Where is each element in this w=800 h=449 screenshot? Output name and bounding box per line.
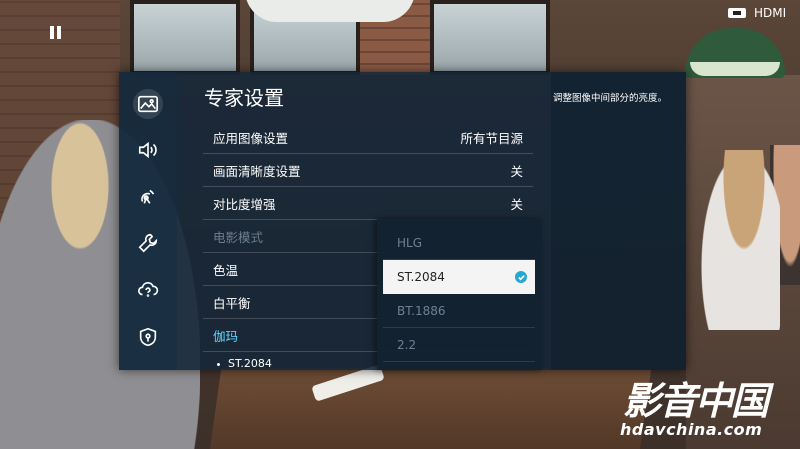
option-label: BT.1886 <box>397 303 446 318</box>
menu-item-label: 白平衡 <box>213 295 251 311</box>
gamma-dropdown: HLG ST.2084 BT.1886 2.2 <box>377 219 542 370</box>
watermark-url: hdavchina.com <box>620 420 763 439</box>
description-text: 调整图像中间部分的亮度。 <box>553 93 668 104</box>
watermark-brand: 影音中国 <box>623 378 769 423</box>
menu-item-picture-clarity[interactable]: 画面清晰度设置 关 <box>203 154 533 187</box>
picture-icon[interactable] <box>133 89 163 119</box>
person <box>700 150 780 330</box>
input-source-label: HDMI <box>754 6 787 20</box>
window <box>430 0 550 75</box>
hdmi-icon <box>728 8 746 18</box>
menu-item-apply-picture-settings[interactable]: 应用图像设置 所有节目源 <box>203 121 533 154</box>
wooden-table <box>208 368 652 449</box>
menu-item-label: 伽玛 <box>213 328 239 344</box>
pause-icon <box>50 26 62 39</box>
sound-icon[interactable] <box>133 135 163 165</box>
option-label: 2.2 <box>397 337 417 352</box>
gamma-current-value: ST.2084 <box>217 357 272 370</box>
broadcast-icon[interactable] <box>133 181 163 211</box>
settings-sidebar <box>119 72 177 370</box>
option-label: HLG <box>397 235 423 250</box>
checkmark-icon <box>515 271 527 283</box>
option-label: ST.2084 <box>397 270 445 284</box>
ceiling-lamp <box>245 0 415 22</box>
menu-item-label: 应用图像设置 <box>213 130 289 146</box>
privacy-shield-icon[interactable] <box>133 322 163 352</box>
menu-item-value: 关 <box>510 196 523 212</box>
dropdown-option-2-2[interactable]: 2.2 <box>383 328 535 362</box>
description-pane: 调整图像中间部分的亮度。 <box>551 72 686 370</box>
menu-item-contrast-enhancer[interactable]: 对比度增强 关 <box>203 187 533 220</box>
bullet-icon <box>217 362 220 366</box>
support-icon[interactable] <box>133 275 163 305</box>
menu-item-value: 所有节目源 <box>460 130 523 146</box>
pendant-lamp-light <box>690 62 780 76</box>
menu-item-label: 画面清晰度设置 <box>213 163 301 179</box>
dropdown-option-bt1886[interactable]: BT.1886 <box>383 294 535 328</box>
input-source-indicator: HDMI <box>728 6 786 20</box>
watermark-logo: 影音中国 hdavchina.com <box>615 370 800 449</box>
wrench-icon[interactable] <box>133 228 163 258</box>
menu-item-label: 对比度增强 <box>213 196 276 212</box>
dropdown-option-hlg[interactable]: HLG <box>383 226 535 260</box>
menu-item-label: 色温 <box>213 262 239 278</box>
page-title: 专家设置 <box>204 86 284 110</box>
menu-item-value: 关 <box>510 163 523 179</box>
dropdown-option-st2084[interactable]: ST.2084 <box>383 260 535 294</box>
menu-item-label: 电影模式 <box>213 229 264 245</box>
window <box>130 0 240 75</box>
